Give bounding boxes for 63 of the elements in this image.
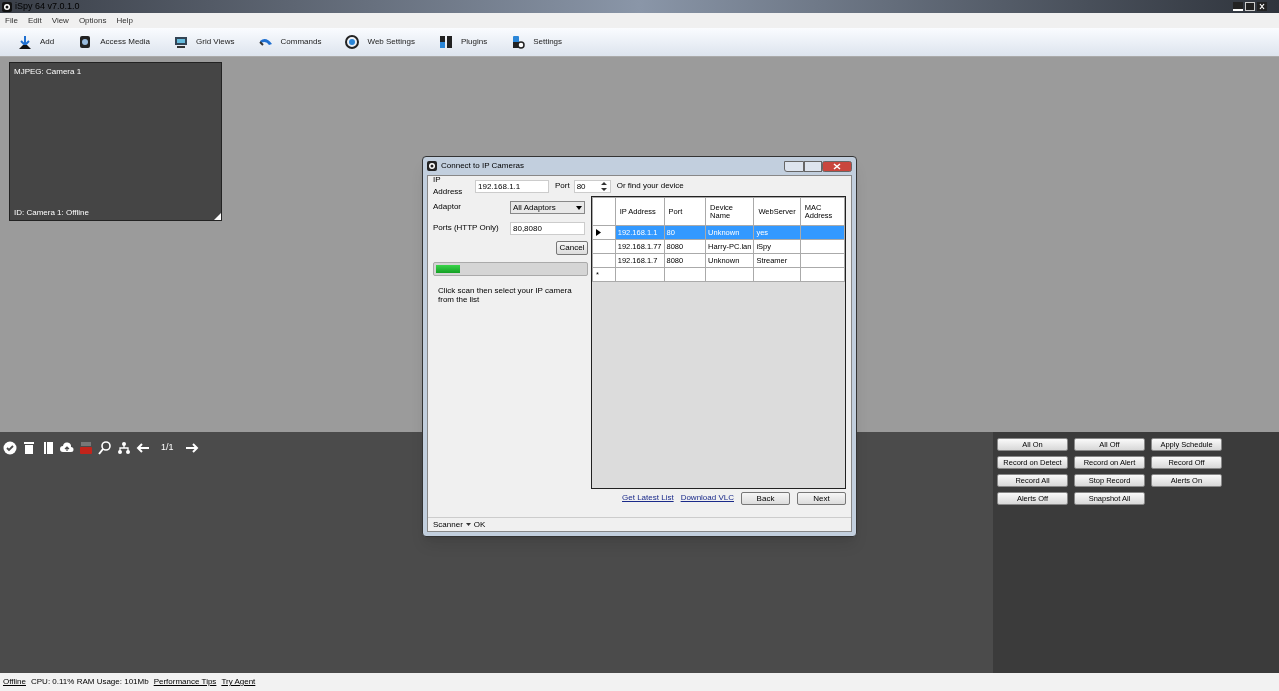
ip-address-field[interactable]: 192.168.1.1 (475, 179, 549, 193)
menu-item[interactable]: Edit (27, 14, 42, 27)
ports-field[interactable]: 80,8080 (510, 221, 585, 235)
get-latest-list-link[interactable]: Get Latest List (622, 492, 674, 504)
adaptor-dropdown[interactable]: All Adaptors (510, 200, 585, 214)
restore-icon[interactable] (1245, 2, 1255, 11)
toolbar-button[interactable]: Commands (258, 35, 322, 49)
scanner-menu[interactable]: Scanner (433, 518, 463, 531)
status-link[interactable]: Performance Tips (153, 676, 217, 688)
right-arrow-icon[interactable] (184, 441, 199, 455)
resize-grip-icon[interactable] (214, 213, 221, 220)
network-icon[interactable] (117, 441, 131, 455)
left-arrow-icon[interactable] (136, 441, 150, 455)
toolbar-button[interactable]: Add (18, 35, 55, 49)
window-title: iSpy 64 v7.0.1.0 (15, 2, 80, 11)
plugin-icon (438, 35, 453, 49)
dropdown-icon (465, 523, 471, 526)
camera-tile[interactable]: MJPEG: Camera 1 ID: Camera 1: Offline (9, 62, 222, 221)
status-link[interactable]: Try Agent (221, 676, 256, 688)
menu-item[interactable]: Options (78, 14, 107, 27)
offline-link[interactable]: Offline (3, 676, 26, 688)
page-indicator: 1/1 (161, 441, 174, 455)
app-logo-icon (2, 1, 12, 12)
usage-stats: CPU: 0.11% RAM Usage: 101Mb (31, 676, 149, 688)
monitor-icon (174, 35, 189, 49)
dropdown-arrow-icon (576, 205, 582, 210)
scanner-status: OK (473, 518, 486, 531)
menu-item[interactable]: File (5, 14, 18, 27)
maximize-icon[interactable] (804, 160, 822, 172)
back-button[interactable]: Back (741, 491, 790, 505)
search-icon[interactable] (98, 441, 112, 455)
row-pointer-icon (596, 229, 601, 236)
menu-item[interactable]: Help (116, 14, 133, 27)
book-icon[interactable] (41, 441, 55, 455)
scan-instructions: Click scan then select your IP camera from the list (437, 286, 573, 304)
camera-title: MJPEG: Camera 1 (14, 66, 82, 78)
download-icon (18, 35, 32, 49)
dialog-title: Connect to IP Cameras (441, 160, 524, 172)
next-button[interactable]: Next (797, 491, 846, 505)
spinner-arrows-icon[interactable] (599, 180, 608, 192)
close-icon[interactable] (1257, 2, 1267, 11)
toolbar-button[interactable]: Grid Views (174, 35, 235, 49)
port-spinner[interactable]: 80 (573, 179, 611, 193)
menu-item[interactable]: View (51, 14, 69, 27)
web-icon (345, 35, 360, 49)
media-icon (78, 35, 93, 49)
toolbar-button[interactable]: Web Settings (345, 35, 415, 49)
camera-status: ID: Camera 1: Offline (14, 207, 89, 219)
download-vlc-link[interactable]: Download VLC (680, 492, 734, 504)
check-circle-icon[interactable] (3, 441, 17, 455)
ports-label: Ports (HTTP Only) (433, 222, 500, 234)
toolbar-button[interactable]: Plugins (438, 35, 488, 49)
cloud-upload-icon[interactable] (60, 441, 74, 455)
trash-icon[interactable] (22, 441, 36, 455)
toolbar-button[interactable]: Access Media (78, 35, 151, 49)
adaptor-label: Adaptor (433, 201, 463, 213)
cancel-button[interactable]: Cancel (556, 241, 588, 255)
port-label: Port (555, 180, 570, 192)
camera-icon (427, 161, 437, 171)
ip-address-label: IP Address (433, 174, 464, 198)
toolbar-button[interactable]: Settings (511, 35, 563, 49)
find-device-label: Or find your device (616, 180, 684, 192)
settings-icon (511, 35, 526, 49)
